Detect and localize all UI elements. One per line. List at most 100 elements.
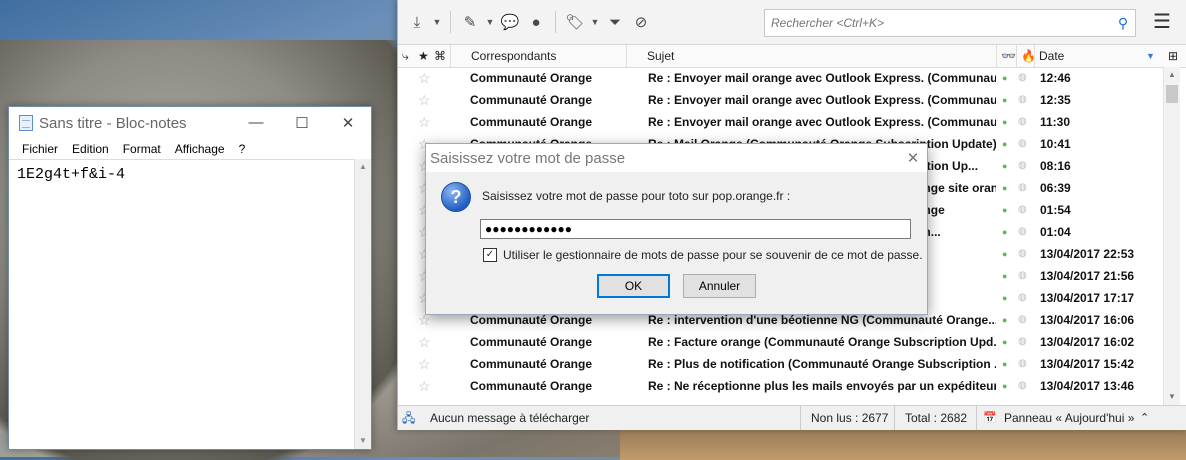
close-icon[interactable]: ✕ — [325, 114, 371, 132]
scrollbar-thumb[interactable] — [1166, 85, 1178, 103]
menu-fichier[interactable]: Fichier — [15, 142, 65, 156]
junk-status-icon[interactable]: ◍ — [1018, 353, 1027, 375]
unread-dot-icon[interactable]: ● — [1002, 353, 1007, 375]
scroll-up-icon[interactable]: ▲ — [355, 159, 371, 175]
close-icon[interactable]: ✕ — [899, 149, 927, 167]
notepad-editor[interactable]: 1E2g4t+f&i-4 — [9, 159, 355, 449]
hamburger-menu-icon[interactable]: ☰ — [1150, 10, 1174, 34]
message-row[interactable]: ☆ Communauté Orange Re : Envoyer mail oran… — [398, 89, 1163, 111]
junk-status-icon[interactable]: ◍ — [1018, 177, 1027, 199]
unread-dot-icon[interactable]: ● — [1002, 287, 1007, 309]
junk-status-icon[interactable]: ◍ — [1018, 309, 1027, 331]
calendar-icon[interactable]: 📅 — [976, 406, 997, 430]
message-list-scrollbar[interactable]: ▲ ▼ — [1163, 67, 1180, 405]
junk-status-icon[interactable]: ◍ — [1018, 67, 1027, 89]
sort-descending-icon: ▼ — [1146, 51, 1155, 61]
cancel-button[interactable]: Annuler — [683, 274, 756, 298]
menu-affichage[interactable]: Affichage — [168, 142, 232, 156]
star-icon[interactable]: ☆ — [418, 111, 431, 133]
maximize-icon[interactable]: ☐ — [279, 114, 325, 132]
thread-column-icon[interactable]: ⤷ — [402, 45, 409, 67]
remember-password-option[interactable]: ✓ Utiliser le gestionnaire de mots de pa… — [483, 248, 923, 262]
star-icon[interactable]: ☆ — [418, 89, 431, 111]
chat-icon[interactable]: 💬 — [497, 9, 523, 35]
message-subject: Re : Plus de notification (Communauté Or… — [648, 357, 996, 371]
star-icon[interactable]: ☆ — [418, 67, 431, 89]
message-row[interactable]: ☆ Communauté Orange Re : Ne réceptionne pl… — [398, 375, 1163, 397]
notepad-titlebar[interactable]: Sans titre - Bloc-notes — ☐ ✕ — [9, 107, 371, 139]
unread-dot-icon[interactable]: ● — [1002, 221, 1007, 243]
unread-dot-icon[interactable]: ● — [1002, 155, 1007, 177]
chevron-up-icon[interactable]: ⌃ — [1140, 406, 1149, 430]
total-count: Total : 2682 — [894, 406, 967, 430]
junk-status-icon[interactable]: ◍ — [1018, 89, 1027, 111]
attachment-column-icon[interactable]: ⌘ — [434, 45, 446, 67]
minimize-icon[interactable]: — — [233, 114, 279, 132]
remember-password-label[interactable]: Utiliser le gestionnaire de mots de pass… — [503, 248, 923, 262]
scroll-down-icon[interactable]: ▼ — [355, 433, 371, 449]
ok-button[interactable]: OK — [597, 274, 670, 298]
unread-dot-icon[interactable]: ● — [1002, 375, 1007, 397]
message-row[interactable]: ☆ Communauté Orange Re : Envoyer mail oran… — [398, 67, 1163, 89]
junk-status-icon[interactable]: ◍ — [1018, 221, 1027, 243]
unread-dot-icon[interactable]: ● — [1002, 111, 1007, 133]
junk-status-icon[interactable]: ◍ — [1018, 111, 1027, 133]
search-icon[interactable]: ⚲ — [1111, 15, 1135, 32]
unread-dot-icon[interactable]: ● — [1002, 133, 1007, 155]
message-subject: Re : Facture orange (Communauté Orange S… — [648, 335, 996, 349]
today-pane-toggle[interactable]: Panneau « Aujourd'hui » — [1004, 406, 1134, 430]
junk-status-icon[interactable]: ◍ — [1018, 265, 1027, 287]
tag-icon[interactable]: 🏷 — [562, 9, 588, 35]
search-box[interactable]: ⚲ — [764, 9, 1136, 37]
scroll-up-icon[interactable]: ▲ — [1164, 67, 1180, 83]
unread-dot-icon[interactable]: ● — [1002, 309, 1007, 331]
search-input[interactable] — [765, 15, 1111, 31]
star-column-icon[interactable]: ★ — [418, 45, 429, 67]
column-picker-icon[interactable]: ⊞ — [1163, 45, 1183, 67]
message-row[interactable]: ☆ Communauté Orange Re : Envoyer mail oran… — [398, 111, 1163, 133]
star-icon[interactable]: ☆ — [418, 331, 431, 353]
unread-dot-icon[interactable]: ● — [1002, 67, 1007, 89]
message-row[interactable]: ☆ Communauté Orange Re : Facture orange (C… — [398, 331, 1163, 353]
junk-status-icon[interactable]: ◍ — [1018, 133, 1027, 155]
scroll-down-icon[interactable]: ▼ — [1164, 389, 1180, 405]
menu-edition[interactable]: Edition — [65, 142, 116, 156]
unread-dot-icon[interactable]: ● — [1002, 265, 1007, 287]
column-date[interactable]: Date — [1034, 45, 1159, 67]
notepad-content[interactable]: 1E2g4t+f&i-4 — [9, 160, 355, 189]
block-icon[interactable]: ⊘ — [628, 9, 654, 35]
unread-dot-icon[interactable]: ● — [1002, 243, 1007, 265]
junk-status-icon[interactable]: ◍ — [1018, 287, 1027, 309]
star-icon[interactable]: ☆ — [418, 353, 431, 375]
junk-status-icon[interactable]: ◍ — [1018, 199, 1027, 221]
chevron-down-icon[interactable]: ▼ — [588, 9, 602, 35]
notepad-scrollbar[interactable]: ▲ ▼ — [354, 159, 371, 449]
unread-dot-icon[interactable]: ● — [1002, 89, 1007, 111]
chevron-down-icon[interactable]: ▼ — [483, 9, 497, 35]
junk-status-icon[interactable]: ◍ — [1018, 155, 1027, 177]
message-row[interactable]: ☆ Communauté Orange Re : Plus de notificat… — [398, 353, 1163, 375]
menu-help[interactable]: ? — [232, 142, 253, 156]
filter-icon[interactable]: ⏷ — [602, 9, 628, 35]
get-mail-icon[interactable]: ⤓ — [404, 9, 430, 35]
write-icon[interactable]: ✎ — [457, 9, 483, 35]
remember-password-checkbox[interactable]: ✓ — [483, 248, 497, 262]
message-date: 13/04/2017 17:17 — [1040, 291, 1135, 305]
message-date: 13/04/2017 15:42 — [1040, 357, 1135, 371]
address-book-icon[interactable]: ● — [523, 9, 549, 35]
dialog-titlebar[interactable]: Saisissez votre mot de passe ✕ — [426, 144, 927, 172]
column-subject[interactable]: Sujet — [626, 45, 1017, 67]
chevron-down-icon[interactable]: ▼ — [430, 9, 444, 35]
menu-format[interactable]: Format — [116, 142, 168, 156]
junk-status-icon[interactable]: ◍ — [1018, 331, 1027, 353]
unread-dot-icon[interactable]: ● — [1002, 177, 1007, 199]
junk-status-icon[interactable]: ◍ — [1018, 243, 1027, 265]
password-field[interactable] — [480, 219, 911, 239]
column-correspondents[interactable]: Correspondants — [450, 45, 647, 67]
unread-dot-icon[interactable]: ● — [1002, 331, 1007, 353]
message-date: 13/04/2017 13:46 — [1040, 379, 1135, 393]
star-icon[interactable]: ☆ — [418, 375, 431, 397]
online-status-icon[interactable]: 🖧 — [402, 406, 415, 430]
junk-status-icon[interactable]: ◍ — [1018, 375, 1027, 397]
unread-dot-icon[interactable]: ● — [1002, 199, 1007, 221]
